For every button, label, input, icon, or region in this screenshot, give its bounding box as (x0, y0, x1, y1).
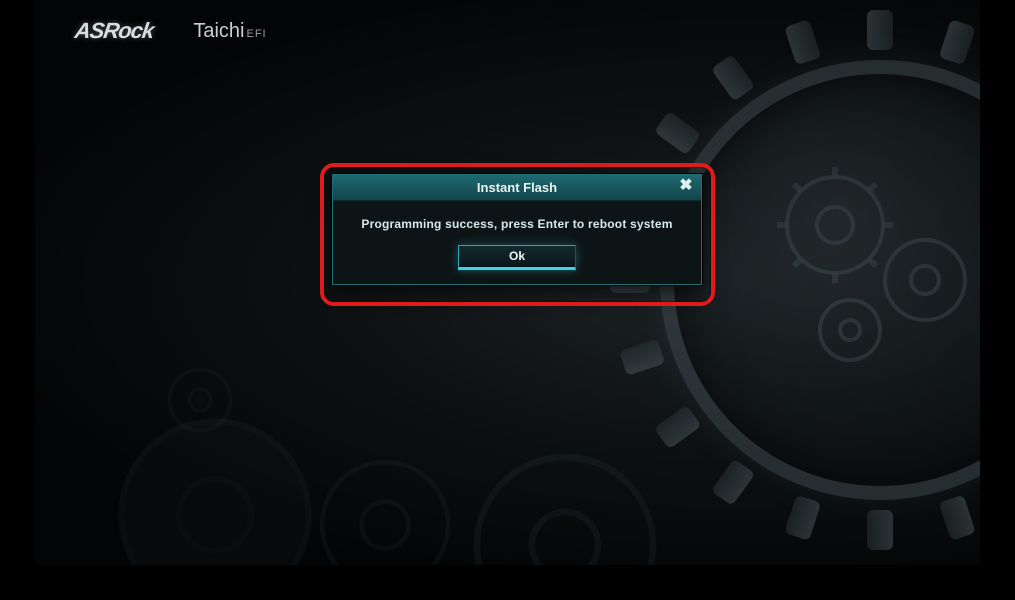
dialog-body: Programming success, press Enter to rebo… (333, 201, 701, 284)
brand-logo: ASRock (73, 18, 155, 44)
dialog-titlebar: Instant Flash ✖ (333, 175, 701, 201)
bios-screen: ASRock TaichiEFI (35, 0, 980, 565)
product-label: Taichi (193, 20, 244, 42)
brand-bar: ASRock TaichiEFI (75, 18, 267, 44)
ok-button[interactable]: Ok (458, 245, 576, 270)
dialog-title: Instant Flash (477, 180, 557, 195)
gear-icon (295, 435, 475, 565)
close-icon[interactable]: ✖ (677, 178, 695, 196)
gear-icon (660, 60, 980, 500)
product-suffix: EFI (247, 28, 267, 40)
product-name: TaichiEFI (193, 20, 266, 43)
dialog-message: Programming success, press Enter to rebo… (345, 217, 689, 231)
gear-icon (155, 355, 245, 445)
gear-cluster-icon (730, 130, 980, 430)
gear-icon (455, 435, 675, 565)
instant-flash-dialog: Instant Flash ✖ Programming success, pre… (332, 174, 702, 285)
